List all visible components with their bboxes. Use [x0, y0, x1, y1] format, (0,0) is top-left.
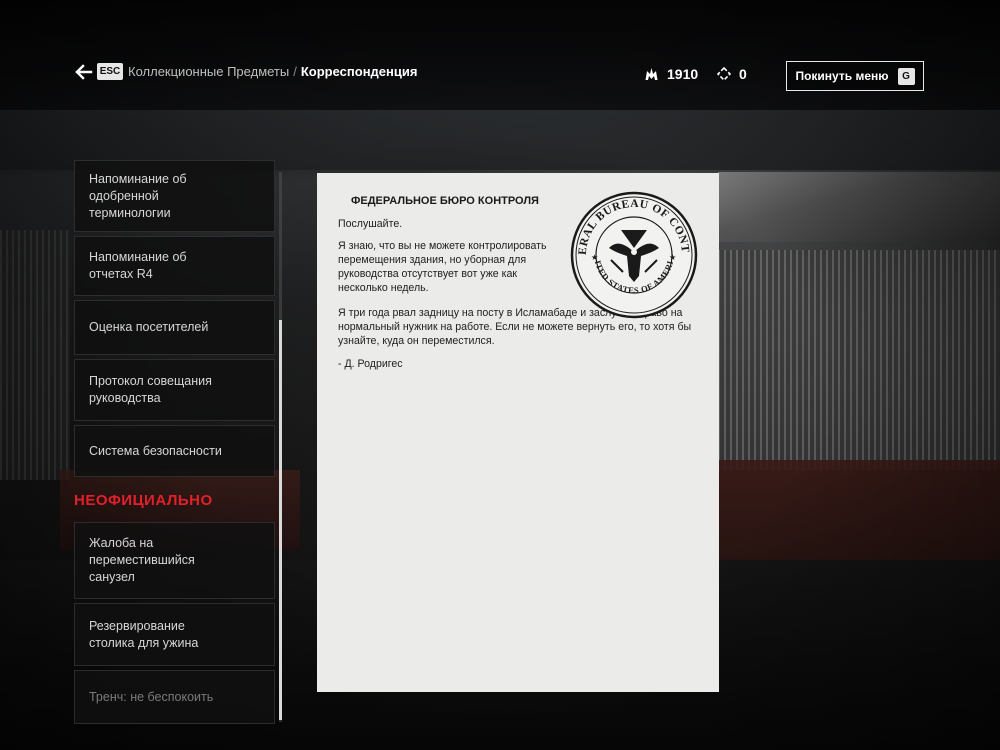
- quit-key-badge: G: [897, 67, 915, 85]
- document-panel: ФЕДЕРАЛЬНОЕ БЮРО КОНТРОЛЯ Послушайте. Я …: [317, 173, 719, 692]
- breadcrumb-parent[interactable]: Коллекционные Предметы: [128, 64, 289, 79]
- section-label-unofficial: НЕОФИЦИАЛЬНО: [74, 492, 213, 509]
- ability-points-count: 0: [739, 66, 747, 82]
- list-item-label: переместившийся: [89, 553, 195, 567]
- list-item[interactable]: Напоминание об одобренной терминологии: [74, 160, 275, 232]
- list-item-label: столика для ужина: [89, 635, 199, 650]
- list-item-label: одобренной: [89, 188, 159, 203]
- breadcrumb-current: Корреспонденция: [300, 64, 418, 79]
- list-item[interactable]: Протокол совещания руководства: [74, 359, 275, 421]
- list-item-label: Напоминание об: [89, 171, 187, 186]
- list-item[interactable]: Тренч: не беспокоить: [74, 670, 275, 724]
- document-greeting: Послушайте.: [338, 218, 403, 230]
- fbc-seal-logo: FEDERAL BUREAU OF CONTROL UNITED STATES …: [569, 190, 698, 319]
- list-item-label: Оценка посетителей: [89, 320, 209, 334]
- svg-text:★: ★: [591, 253, 598, 262]
- breadcrumb: Коллекционные Предметы / Корреспонденция: [128, 64, 417, 79]
- quit-menu-button[interactable]: Покинуть меню G: [786, 61, 924, 91]
- document-paragraph: Я знаю, что вы не можете контролировать …: [338, 240, 547, 294]
- list-item-label: руководства: [89, 391, 161, 405]
- ability-points-icon: [717, 67, 731, 81]
- source-count: 1910: [667, 66, 699, 82]
- list-item[interactable]: Оценка посетителей: [74, 300, 275, 355]
- document-signature: - Д. Родригес: [338, 358, 403, 370]
- list-item-selected[interactable]: Резервирование столика для ужина: [74, 603, 275, 666]
- breadcrumb-separator: /: [293, 64, 297, 79]
- list-item[interactable]: Жалоба на переместившийся санузел: [74, 522, 275, 599]
- ability-points-counter: 0: [717, 66, 747, 82]
- list-item-label: Напоминание об: [89, 250, 187, 264]
- list-item-label: отчетах R4: [89, 267, 153, 281]
- list-item[interactable]: Система безопасности: [74, 425, 275, 477]
- list-item-label: Резервирование: [89, 618, 185, 633]
- list-item-label: Жалоба на: [89, 536, 154, 550]
- list-item-label: терминологии: [89, 205, 171, 220]
- source-icon: [645, 68, 658, 80]
- list-item-label: Система безопасности: [89, 443, 222, 458]
- esc-key-badge[interactable]: ESC: [97, 63, 123, 80]
- list-item-label: санузел: [89, 570, 135, 584]
- back-arrow-icon[interactable]: [75, 64, 93, 80]
- header: ESC Коллекционные Предметы / Корреспонденц…: [0, 0, 1000, 110]
- list-item-label: Тренч: не беспокоить: [89, 689, 214, 704]
- list-scrollbar-thumb[interactable]: [279, 320, 282, 720]
- source-counter: 1910: [644, 66, 698, 82]
- list-item-label: Протокол совещания: [89, 374, 212, 388]
- list-item[interactable]: Напоминание об отчетах R4: [74, 236, 275, 296]
- document-title: ФЕДЕРАЛЬНОЕ БЮРО КОНТРОЛЯ: [351, 195, 539, 207]
- svg-text:★: ★: [669, 253, 676, 262]
- quit-menu-label: Покинуть меню: [795, 69, 889, 83]
